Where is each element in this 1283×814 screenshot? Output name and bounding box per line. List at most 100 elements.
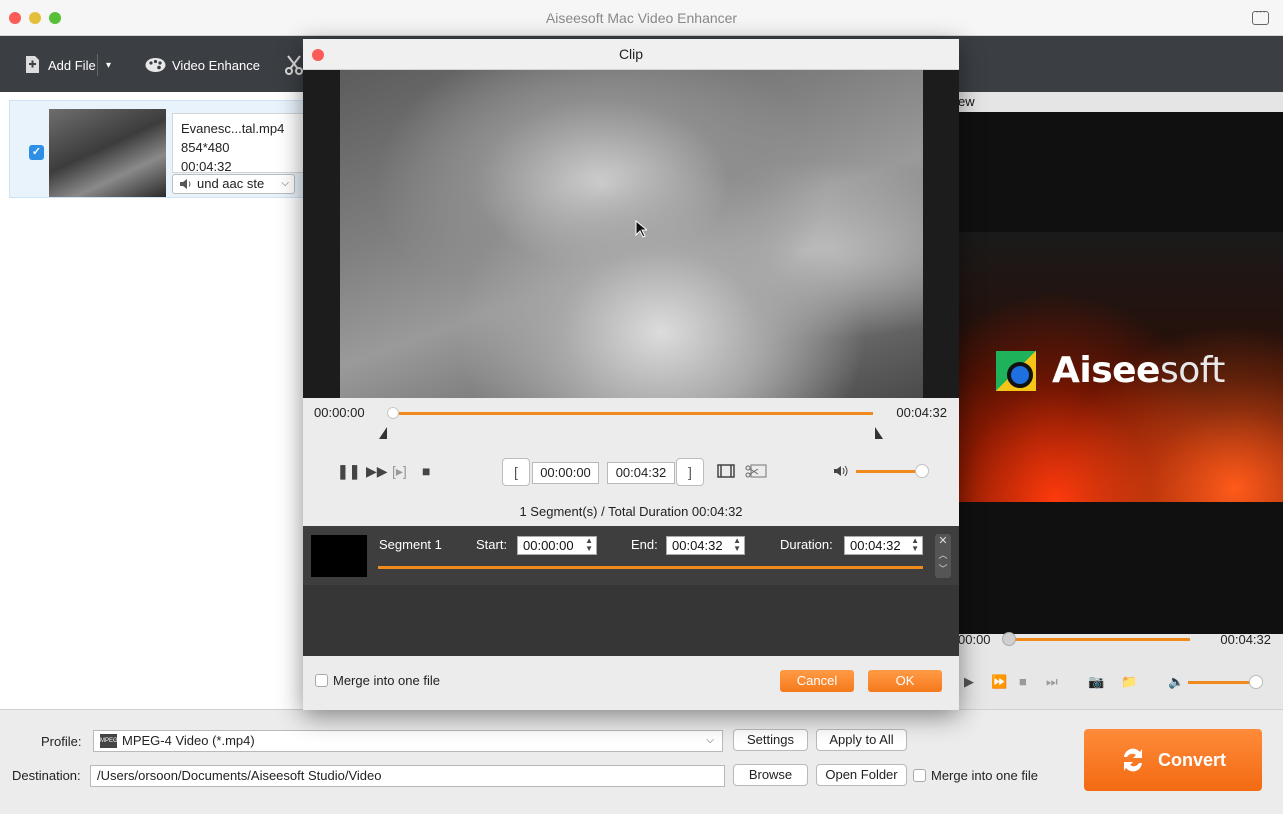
bottom-bar: Profile: MPEG MPEG-4 Video (*.mp4) ⌵ Set… — [0, 709, 1283, 814]
delete-segment-icon[interactable]: ✕ — [935, 534, 951, 548]
convert-button[interactable]: Convert — [1084, 729, 1262, 791]
preview-pane: ew Aiseesoft 00:00 00:04:32 ▶ ⏩ ■ ⏭ 📷 📁 … — [958, 92, 1283, 709]
clip-start-time-input[interactable]: 00:00:00 — [532, 462, 599, 484]
merge-into-one-file-label: Merge into one file — [931, 768, 1038, 783]
segment-summary: 1 Segment(s) / Total Duration 00:04:32 — [519, 504, 743, 519]
segment-start-stepper[interactable]: 00:00:00 ▲ ▼ — [517, 536, 597, 555]
browse-button[interactable]: Browse — [733, 764, 808, 786]
file-thumbnail — [49, 109, 166, 197]
next-frame-icon[interactable]: ⏭ — [1046, 674, 1058, 690]
file-info-box: Evanesc...tal.mp4 854*480 00:04:32 — [172, 113, 304, 174]
window-title: Aiseesoft Mac Video Enhancer — [545, 10, 738, 26]
clip-button[interactable] — [285, 54, 303, 76]
file-list-pane: ✓ Evanesc...tal.mp4 854*480 00:04:32 und… — [0, 92, 309, 709]
stepper-arrows-icon[interactable]: ▲ ▼ — [733, 537, 741, 553]
settings-button[interactable]: Settings — [733, 729, 808, 751]
clip-merge-checkbox[interactable] — [315, 674, 328, 687]
chevron-down-icon: ⌵ — [706, 735, 714, 746]
set-start-bracket-button[interactable]: [ — [502, 458, 530, 486]
stop-icon[interactable]: ■ — [1019, 674, 1027, 689]
preview-progress-track[interactable] — [1008, 638, 1190, 641]
profile-label: Profile: — [41, 734, 82, 749]
merge-into-one-file-checkbox[interactable] — [913, 769, 926, 782]
destination-label: Destination: — [12, 768, 81, 783]
file-select-checkbox[interactable]: ✓ — [29, 145, 44, 160]
profile-value: MPEG-4 Video (*.mp4) — [122, 733, 255, 748]
segment-range-bar — [378, 566, 923, 569]
aiseesoft-logo: Aiseesoft — [996, 350, 1225, 391]
volume-icon[interactable]: 🔈 — [1168, 674, 1184, 690]
preview-volume-knob[interactable] — [1249, 675, 1263, 689]
destination-input[interactable]: /Users/orsoon/Documents/Aiseesoft Studio… — [90, 765, 725, 787]
clip-time-start: 00:00:00 — [314, 405, 365, 420]
mpeg-format-icon: MPEG — [100, 734, 118, 748]
clip-timeline-track[interactable] — [395, 412, 873, 415]
play-icon[interactable]: ▶ — [964, 674, 974, 690]
preview-time-total: 00:04:32 — [1220, 632, 1271, 647]
segment-actions: ✕ ︿ ﹀ — [935, 534, 951, 578]
aiseesoft-logo-icon — [996, 350, 1036, 391]
segment-end-stepper[interactable]: 00:04:32 ▲ ▼ — [666, 536, 745, 555]
title-bar: Aiseesoft Mac Video Enhancer — [0, 0, 1283, 36]
video-enhance-label: Video Enhance — [172, 57, 260, 73]
segment-duration-stepper[interactable]: 00:04:32 ▲ ▼ — [844, 536, 923, 555]
chevron-down-icon: ⌵ — [281, 178, 289, 189]
mouse-cursor-icon — [635, 220, 647, 238]
move-down-icon[interactable]: ﹀ — [935, 562, 951, 576]
clip-close-button[interactable] — [312, 49, 324, 61]
file-name: Evanesc...tal.mp4 — [181, 121, 285, 136]
stepper-arrows-icon[interactable]: ▲ ▼ — [911, 537, 919, 553]
profile-select[interactable]: MPEG MPEG-4 Video (*.mp4) ⌵ — [93, 730, 723, 752]
cancel-button[interactable]: Cancel — [780, 670, 854, 692]
toolbar-separator — [97, 54, 98, 76]
segment-duration-label: Duration: — [780, 537, 833, 552]
clip-footer: Merge into one file Cancel OK — [303, 656, 959, 710]
clip-end-time-input[interactable]: 00:04:32 — [607, 462, 675, 484]
add-file-icon — [26, 56, 39, 73]
convert-icon — [1123, 748, 1142, 772]
clip-end-marker[interactable] — [875, 427, 883, 439]
speaker-icon — [180, 179, 191, 189]
split-clip-icon[interactable] — [745, 463, 767, 480]
stop-icon[interactable]: ■ — [422, 463, 430, 479]
snapshot-icon[interactable]: 📷 — [1088, 674, 1104, 690]
clip-start-marker[interactable] — [379, 427, 387, 439]
add-file-button[interactable]: Add File — [22, 54, 96, 76]
apply-to-all-button[interactable]: Apply to All — [816, 729, 907, 751]
scissors-icon — [285, 55, 303, 75]
video-enhance-button[interactable]: Video Enhance — [145, 54, 260, 76]
clip-timeline-knob[interactable] — [387, 407, 399, 419]
fast-forward-icon[interactable]: ⏩ — [991, 674, 1007, 690]
fast-forward-icon[interactable]: ▶▶ — [366, 463, 388, 480]
ok-button[interactable]: OK — [868, 670, 942, 692]
add-file-dropdown-icon[interactable]: ▾ — [106, 54, 111, 76]
convert-label: Convert — [1157, 749, 1226, 770]
feedback-icon[interactable] — [1252, 6, 1269, 25]
segment-row[interactable]: Segment 1 Start: 00:00:00 ▲ ▼ End: 00:04:… — [303, 526, 959, 585]
preview-volume-slider[interactable] — [1188, 681, 1258, 684]
file-resolution: 854*480 — [181, 140, 230, 155]
clip-merge-label: Merge into one file — [333, 673, 440, 688]
new-clip-icon[interactable] — [717, 463, 735, 479]
play-segment-icon[interactable]: [▸] — [392, 463, 407, 480]
open-folder-button[interactable]: Open Folder — [816, 764, 907, 786]
clip-time-end: 00:04:32 — [896, 405, 947, 420]
pause-icon[interactable]: ❚❚ — [337, 463, 360, 480]
open-folder-icon[interactable]: 📁 — [1121, 674, 1137, 690]
volume-icon[interactable] — [833, 464, 849, 478]
aiseesoft-logo-text: Aiseesoft — [1052, 350, 1225, 391]
preview-progress-knob[interactable] — [1002, 632, 1016, 646]
audio-track-select[interactable]: und aac ste ⌵ — [172, 174, 295, 194]
move-up-icon[interactable]: ︿ — [935, 548, 951, 562]
stepper-arrows-icon[interactable]: ▲ ▼ — [585, 537, 593, 553]
set-end-bracket-button[interactable]: ] — [676, 458, 704, 486]
clip-dialog: Clip 00:00:00 00:04:32 ❚❚ ▶▶ [▸] ■ [ 00:… — [303, 39, 959, 710]
preview-header: ew — [958, 92, 1283, 112]
audio-track-value: und aac ste — [197, 176, 265, 191]
preview-screen: Aiseesoft — [958, 112, 1283, 634]
segment-name: Segment 1 — [379, 537, 442, 552]
palette-icon — [145, 58, 166, 72]
segment-list: Segment 1 Start: 00:00:00 ▲ ▼ End: 00:04:… — [303, 526, 959, 656]
clip-volume-knob[interactable] — [915, 464, 929, 478]
clip-volume-slider[interactable] — [856, 470, 920, 473]
